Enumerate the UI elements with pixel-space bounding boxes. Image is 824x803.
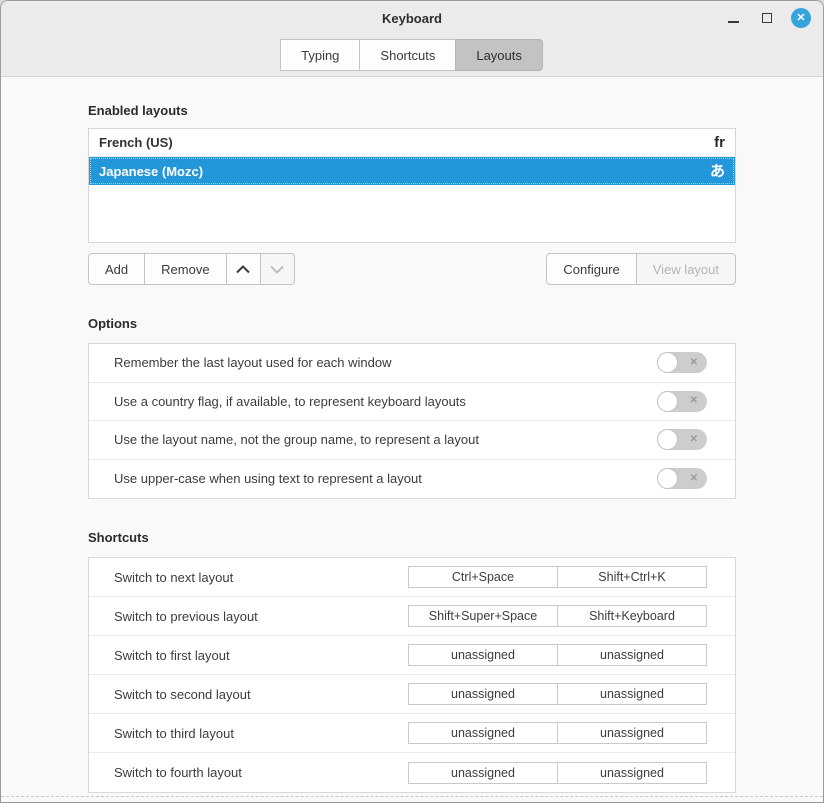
window-title: Keyboard bbox=[382, 11, 442, 26]
shortcut-bindings: unassigned unassigned bbox=[408, 722, 707, 744]
option-row: Use a country flag, if available, to rep… bbox=[89, 383, 735, 422]
toggle-knob-icon bbox=[657, 468, 678, 489]
shortcut-label: Switch to previous layout bbox=[114, 609, 258, 624]
shortcut-binding-secondary[interactable]: unassigned bbox=[557, 762, 707, 784]
shortcut-label: Switch to third layout bbox=[114, 726, 234, 741]
option-label: Remember the last layout used for each w… bbox=[114, 355, 391, 370]
shortcut-binding-secondary[interactable]: Shift+Ctrl+K bbox=[557, 566, 707, 588]
window-header: Keyboard ✕ Typing Shortc bbox=[1, 1, 823, 77]
shortcuts-heading: Shortcuts bbox=[88, 531, 736, 545]
enabled-layouts-heading: Enabled layouts bbox=[88, 104, 736, 118]
options-panel: Remember the last layout used for each w… bbox=[88, 343, 736, 499]
minimize-icon bbox=[728, 21, 739, 23]
move-up-button[interactable] bbox=[226, 253, 261, 285]
shortcut-binding-primary[interactable]: unassigned bbox=[408, 644, 558, 666]
option-row: Use upper-case when using text to repres… bbox=[89, 460, 735, 499]
toggle-off-icon: ✕ bbox=[690, 396, 698, 406]
option-row: Remember the last layout used for each w… bbox=[89, 344, 735, 383]
layouts-list: French (US) fr Japanese (Mozc) あ bbox=[88, 128, 736, 243]
tab-bar: Typing Shortcuts Layouts bbox=[1, 39, 823, 71]
shortcut-binding-secondary[interactable]: unassigned bbox=[557, 683, 707, 705]
tab[interactable]: Typing bbox=[280, 39, 360, 71]
content: Enabled layouts French (US) fr Japanese … bbox=[1, 104, 823, 793]
layout-name: French (US) bbox=[99, 135, 173, 150]
shortcut-label: Switch to next layout bbox=[114, 570, 233, 585]
titlebar[interactable]: Keyboard ✕ bbox=[1, 1, 823, 35]
shortcut-binding-secondary[interactable]: unassigned bbox=[557, 644, 707, 666]
shortcuts-panel: Switch to next layout Ctrl+Space Shift+C… bbox=[88, 557, 736, 793]
tab-label: Typing bbox=[301, 48, 339, 63]
bottom-dashed-line bbox=[1, 796, 823, 797]
shortcut-binding-secondary[interactable]: unassigned bbox=[557, 722, 707, 744]
option-label: Use the layout name, not the group name,… bbox=[114, 432, 479, 447]
view-layout-button[interactable]: View layout bbox=[636, 253, 736, 285]
tab-label: Shortcuts bbox=[380, 48, 435, 63]
chevron-down-icon bbox=[270, 265, 284, 274]
shortcut-row: Switch to next layout Ctrl+Space Shift+C… bbox=[89, 558, 735, 597]
layout-row[interactable]: Japanese (Mozc) あ bbox=[89, 157, 735, 185]
layout-badge-icon: fr bbox=[714, 135, 725, 150]
shortcut-binding-primary[interactable]: unassigned bbox=[408, 683, 558, 705]
toggle-switch[interactable]: ✕ bbox=[657, 429, 707, 450]
shortcut-row: Switch to previous layout Shift+Super+Sp… bbox=[89, 597, 735, 636]
shortcut-label: Switch to first layout bbox=[114, 648, 230, 663]
shortcut-row: Switch to second layout unassigned unass… bbox=[89, 675, 735, 714]
shortcut-row: Switch to third layout unassigned unassi… bbox=[89, 714, 735, 753]
close-button[interactable]: ✕ bbox=[791, 8, 811, 28]
toggle-off-icon: ✕ bbox=[690, 358, 698, 368]
shortcut-bindings: Ctrl+Space Shift+Ctrl+K bbox=[408, 566, 707, 588]
toggle-knob-icon bbox=[657, 391, 678, 412]
maximize-button[interactable] bbox=[757, 8, 777, 28]
move-down-button[interactable] bbox=[260, 253, 295, 285]
toggle-switch[interactable]: ✕ bbox=[657, 391, 707, 412]
tab-label: Layouts bbox=[476, 48, 522, 63]
layout-name: Japanese (Mozc) bbox=[99, 164, 203, 179]
configure-button[interactable]: Configure bbox=[546, 253, 636, 285]
shortcut-binding-primary[interactable]: Ctrl+Space bbox=[408, 566, 558, 588]
maximize-icon bbox=[762, 13, 772, 23]
toggle-switch[interactable]: ✕ bbox=[657, 468, 707, 489]
layout-tools-group: Configure View layout bbox=[546, 253, 736, 285]
toggle-off-icon: ✕ bbox=[690, 435, 698, 445]
toggle-knob-icon bbox=[657, 429, 678, 450]
window-controls: ✕ bbox=[723, 1, 811, 35]
remove-button[interactable]: Remove bbox=[144, 253, 226, 285]
shortcut-binding-secondary[interactable]: Shift+Keyboard bbox=[557, 605, 707, 627]
tab[interactable]: Shortcuts bbox=[359, 39, 456, 71]
shortcut-label: Switch to fourth layout bbox=[114, 765, 242, 780]
tab[interactable]: Layouts bbox=[455, 39, 543, 71]
keyboard-window: Keyboard ✕ Typing Shortc bbox=[0, 0, 824, 803]
toggle-off-icon: ✕ bbox=[690, 474, 698, 484]
layout-row[interactable]: French (US) fr bbox=[89, 129, 735, 157]
list-actions: Add Remove Configure View layout bbox=[88, 253, 736, 285]
shortcut-binding-primary[interactable]: unassigned bbox=[408, 722, 558, 744]
layout-badge-icon: あ bbox=[710, 164, 725, 179]
shortcut-bindings: unassigned unassigned bbox=[408, 683, 707, 705]
minimize-button[interactable] bbox=[723, 8, 743, 28]
shortcut-bindings: Shift+Super+Space Shift+Keyboard bbox=[408, 605, 707, 627]
shortcut-row: Switch to first layout unassigned unassi… bbox=[89, 636, 735, 675]
list-edit-group: Add Remove bbox=[88, 253, 295, 285]
chevron-up-icon bbox=[236, 265, 250, 274]
option-label: Use upper-case when using text to repres… bbox=[114, 471, 422, 486]
close-icon: ✕ bbox=[791, 8, 811, 28]
options-heading: Options bbox=[88, 317, 736, 331]
shortcut-bindings: unassigned unassigned bbox=[408, 644, 707, 666]
option-label: Use a country flag, if available, to rep… bbox=[114, 394, 466, 409]
shortcut-row: Switch to fourth layout unassigned unass… bbox=[89, 753, 735, 792]
toggle-switch[interactable]: ✕ bbox=[657, 352, 707, 373]
shortcut-bindings: unassigned unassigned bbox=[408, 762, 707, 784]
shortcut-binding-primary[interactable]: unassigned bbox=[408, 762, 558, 784]
option-row: Use the layout name, not the group name,… bbox=[89, 421, 735, 460]
shortcut-binding-primary[interactable]: Shift+Super+Space bbox=[408, 605, 558, 627]
add-button[interactable]: Add bbox=[88, 253, 145, 285]
shortcut-label: Switch to second layout bbox=[114, 687, 251, 702]
toggle-knob-icon bbox=[657, 352, 678, 373]
